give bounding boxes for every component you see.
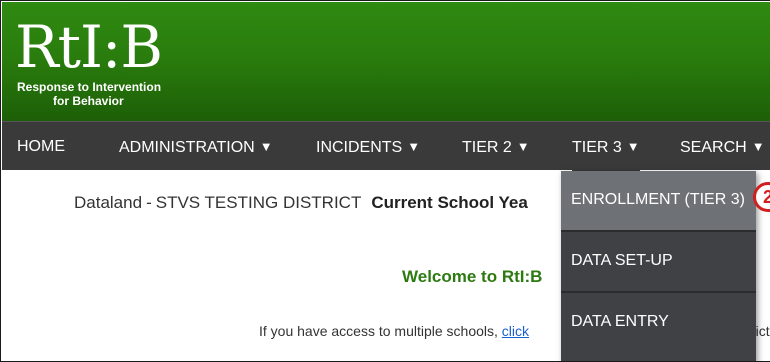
district-separator: - (146, 193, 152, 212)
nav-tier-2-label: TIER 2 (462, 139, 512, 156)
dropdown-arrow-icon: ▼ (259, 139, 273, 154)
welcome-heading: Welcome to RtI:B (402, 267, 543, 286)
switch-school-link[interactable]: click (502, 323, 529, 339)
nav-search-label: SEARCH (680, 139, 747, 156)
dropdown-arrow-icon: ▼ (751, 139, 765, 154)
menu-item-data-set-up[interactable]: DATA SET-UP (561, 232, 756, 293)
dropdown-arrow-icon: ▼ (626, 139, 640, 154)
nav-tier-3-label: TIER 3 (572, 139, 622, 156)
tier-3-dropdown-menu: ENROLLMENT (TIER 3) DATA SET-UP DATA ENT… (561, 171, 756, 361)
nav-search[interactable]: SEARCH ▼ (680, 122, 765, 171)
nav-home[interactable]: HOME (17, 122, 65, 171)
rtib-logo[interactable]: RtI:B Response to Intervention for Behav… (15, 16, 175, 112)
nav-administration-label: ADMINISTRATION (119, 139, 255, 156)
district-name: STVS TESTING DISTRICT (155, 193, 362, 212)
menu-item-enrollment-tier-3[interactable]: ENROLLMENT (TIER 3) (561, 171, 756, 232)
nav-administration[interactable]: ADMINISTRATION ▼ (119, 122, 273, 171)
main-nav: HOME ADMINISTRATION ▼ INCIDENTS ▼ TIER 2 ▼ … (2, 121, 770, 171)
nav-incidents-label: INCIDENTS (316, 139, 403, 156)
nav-tier-3[interactable]: TIER 3 ▼ (572, 122, 640, 171)
site-header: RtI:B Response to Intervention for Behav… (2, 2, 770, 121)
logo-wordmark: RtI:B (15, 13, 163, 81)
nav-incidents[interactable]: INCIDENTS ▼ (316, 122, 420, 171)
app-window: RtI:B Response to Intervention for Behav… (0, 0, 770, 362)
nav-tier-2[interactable]: TIER 2 ▼ (462, 122, 530, 171)
multi-school-notice: If you have access to multiple schools, … (259, 323, 770, 339)
nav-home-label: HOME (17, 138, 65, 155)
multi-school-text: If you have access to multiple schools, (259, 323, 498, 339)
logo-tagline-line-1: Response to Intervention (17, 80, 162, 94)
current-school-year-label: Current School Yea (371, 193, 528, 212)
logo-tagline-line-2: for Behavior (53, 94, 124, 108)
district-label: Dataland (74, 193, 143, 212)
dropdown-arrow-icon: ▼ (516, 139, 530, 154)
district-line: Dataland - STVS TESTING DISTRICT Current Sc… (74, 193, 528, 213)
dropdown-arrow-icon: ▼ (407, 139, 421, 154)
menu-item-data-entry[interactable]: DATA ENTRY (561, 293, 756, 354)
